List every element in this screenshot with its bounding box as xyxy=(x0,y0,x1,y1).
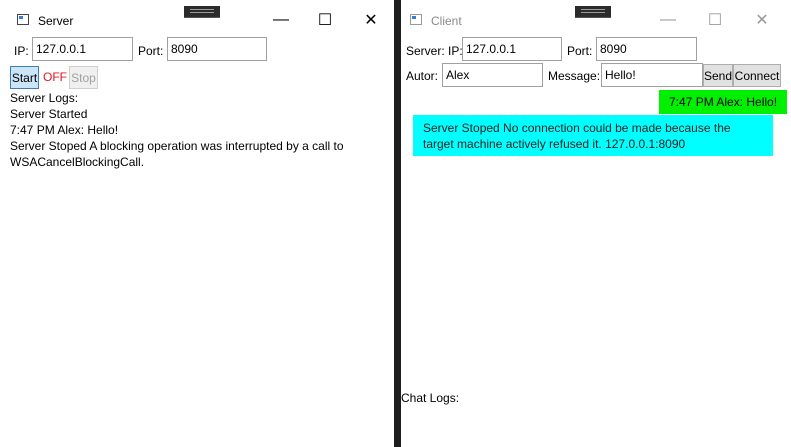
server-ip-input[interactable] xyxy=(32,37,133,61)
send-button[interactable]: Send xyxy=(703,64,733,87)
server-port-input[interactable] xyxy=(167,37,267,61)
stop-button[interactable]: Stop xyxy=(69,66,98,89)
server-ip-label: Server: IP: xyxy=(406,44,463,58)
error-message-bubble: Server Stoped No connection could be mad… xyxy=(413,115,773,156)
server-titlebar[interactable]: Server — ☐ ✕ xyxy=(0,0,394,40)
client-ip-input[interactable] xyxy=(462,37,562,61)
server-window-title: Server xyxy=(38,14,74,28)
maximize-button[interactable]: ☐ xyxy=(310,8,340,32)
log-line: Server Started xyxy=(10,107,88,121)
client-port-input[interactable] xyxy=(596,37,697,61)
maximize-button[interactable]: ☐ xyxy=(700,8,730,32)
port-label: Port: xyxy=(138,44,164,58)
client-titlebar[interactable]: Client — ☐ ✕ xyxy=(401,0,791,40)
drag-grip-icon[interactable] xyxy=(184,6,220,18)
connect-button[interactable]: Connect xyxy=(733,64,781,87)
port-label: Port: xyxy=(567,44,593,58)
close-button[interactable]: ✕ xyxy=(747,8,777,32)
close-button[interactable]: ✕ xyxy=(356,8,386,32)
drag-grip-icon[interactable] xyxy=(575,6,611,18)
server-window: Server — ☐ ✕ IP: Port: Start OFF Stop Se… xyxy=(0,0,394,447)
chat-logs-label: Chat Logs: xyxy=(401,391,460,405)
minimize-button[interactable]: — xyxy=(266,8,296,32)
server-status: OFF xyxy=(43,70,67,84)
client-window: Client — ☐ ✕ Server: IP: Port: Autor: Me… xyxy=(401,0,791,447)
log-line: Server Stoped A blocking operation was i… xyxy=(10,139,344,153)
message-input[interactable] xyxy=(601,63,703,87)
log-line: 7:47 PM Alex: Hello! xyxy=(10,123,119,137)
minimize-button[interactable]: — xyxy=(653,8,683,32)
author-label: Autor: xyxy=(406,69,439,83)
start-button[interactable]: Start xyxy=(10,66,39,89)
log-line: WSACancelBlockingCall. xyxy=(10,155,145,169)
message-label: Message: xyxy=(548,69,601,83)
server-logs-header: Server Logs: xyxy=(10,91,79,105)
app-window-icon xyxy=(17,14,29,25)
ip-label: IP: xyxy=(14,44,29,58)
app-window-icon xyxy=(410,14,422,25)
client-window-title: Client xyxy=(431,14,462,28)
author-input[interactable] xyxy=(442,63,543,87)
sent-message-bubble: 7:47 PM Alex: Hello! xyxy=(659,90,788,114)
